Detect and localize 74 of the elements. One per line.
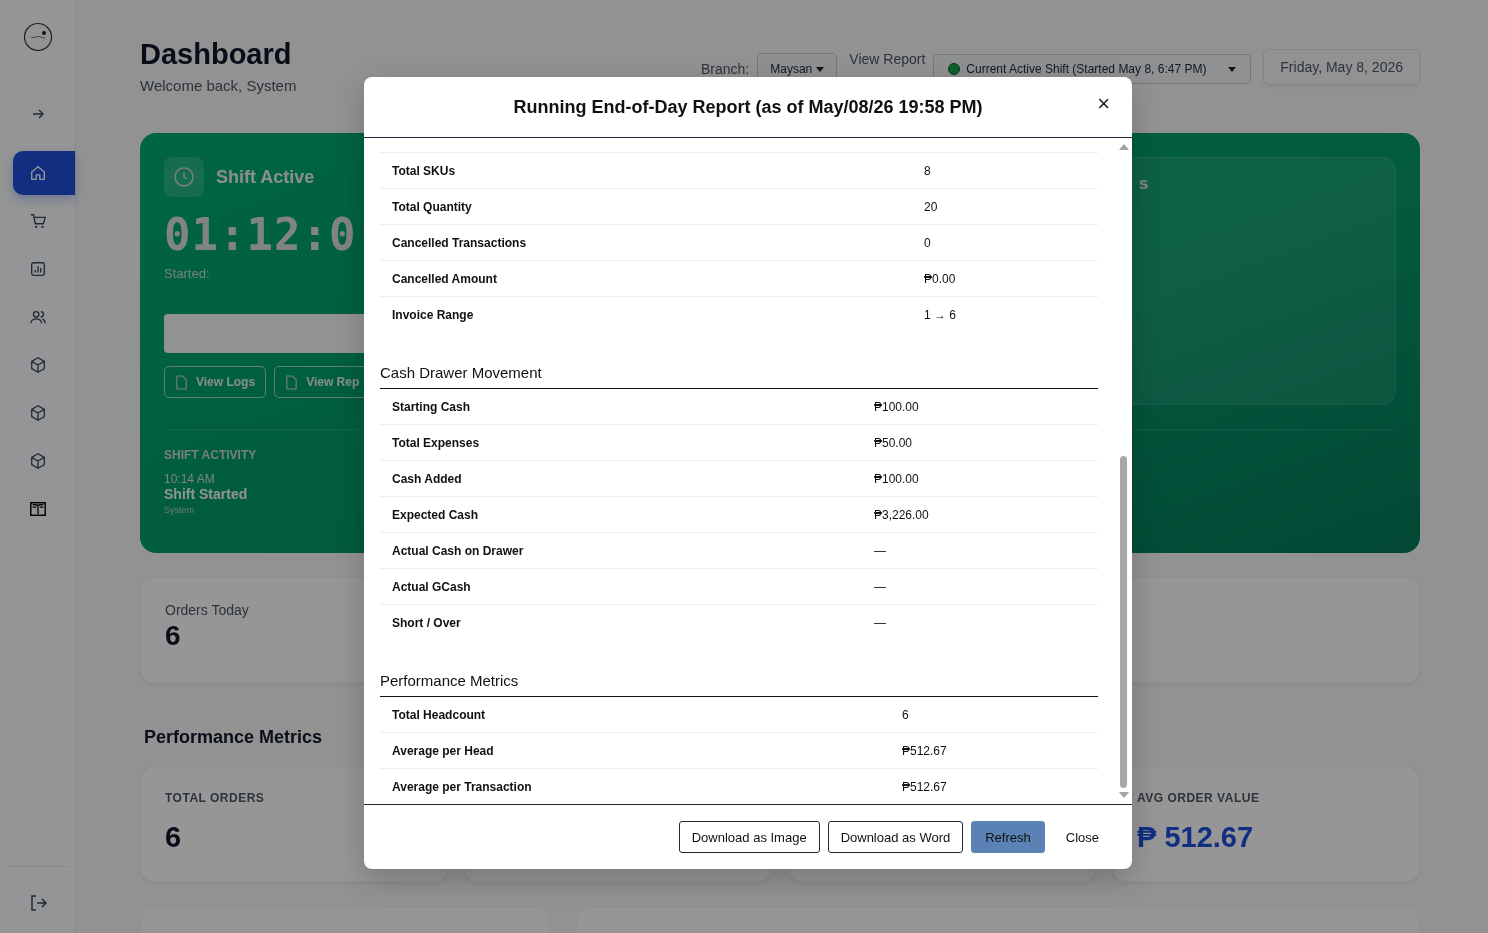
activity-time: 10:14 AM bbox=[164, 472, 215, 486]
metric-value: 6 bbox=[165, 821, 182, 854]
row-value: — bbox=[874, 543, 887, 558]
row-value: ₱512.67 bbox=[902, 743, 948, 758]
metric-label: AVG ORDER VALUE bbox=[1137, 791, 1260, 805]
row-label: Actual GCash bbox=[392, 579, 472, 594]
row-label: Average per Transaction bbox=[392, 779, 533, 794]
row-label: Invoice Range bbox=[392, 307, 475, 322]
row-label: Total Headcount bbox=[392, 707, 487, 722]
arrow-right-icon[interactable] bbox=[30, 107, 45, 121]
row-label: Cash Added bbox=[392, 471, 463, 486]
row-value: ₱100.00 bbox=[874, 399, 920, 414]
section-heading: Cash Drawer Movement bbox=[380, 364, 1098, 389]
row-label: Total Quantity bbox=[392, 199, 473, 214]
document-icon bbox=[285, 374, 299, 390]
row-label: Average per Head bbox=[392, 743, 495, 758]
panel-heading: s bbox=[1139, 174, 1149, 195]
users-icon bbox=[28, 308, 47, 326]
section-title: Performance Metrics bbox=[144, 727, 324, 748]
caret-icon bbox=[816, 66, 825, 72]
row-value: 0 bbox=[924, 235, 932, 250]
row-label: Actual Cash on Drawer bbox=[392, 543, 525, 558]
row-label: Starting Cash bbox=[392, 399, 471, 414]
close-button[interactable]: × bbox=[1091, 89, 1116, 119]
dialog-button[interactable]: Refresh bbox=[971, 821, 1045, 853]
branch-label: Branch: bbox=[701, 61, 750, 77]
row-value: 1 → 6 bbox=[924, 307, 957, 322]
dialog-button[interactable]: Download as Image bbox=[678, 821, 820, 853]
row-value: 8 bbox=[924, 163, 932, 178]
box-icon bbox=[28, 404, 47, 422]
section-heading: Performance Metrics bbox=[380, 672, 1098, 697]
row-label: Cancelled Transactions bbox=[392, 235, 528, 250]
metric-label: TOTAL ORDERS bbox=[165, 791, 265, 805]
activity-heading: SHIFT ACTIVITY bbox=[164, 448, 257, 462]
row-value: ₱100.00 bbox=[874, 471, 920, 486]
shift-title: Shift Active bbox=[216, 166, 315, 188]
dialog-title: Running End-of-Day Report (as of May/08/26 19:58 PM) bbox=[513, 96, 983, 118]
started-label: Started: bbox=[164, 266, 210, 281]
box-icon bbox=[28, 356, 47, 374]
shift-timer: 01:12:0 bbox=[164, 209, 357, 260]
view-report-label: View Report bbox=[849, 51, 926, 67]
dialog-button[interactable]: Close bbox=[1052, 821, 1112, 853]
row-value: ₱0.00 bbox=[924, 271, 957, 286]
row-label: Expected Cash bbox=[392, 507, 480, 522]
row-value: — bbox=[874, 615, 887, 630]
document-icon bbox=[175, 374, 188, 390]
row-label: Total SKUs bbox=[392, 163, 457, 178]
page-title: Dashboard bbox=[140, 38, 293, 71]
logo-icon bbox=[22, 22, 53, 52]
activity-event: Shift Started bbox=[164, 486, 248, 502]
card-value: 6 bbox=[165, 620, 181, 652]
row-value: ₱512.67 bbox=[902, 779, 948, 794]
home-icon bbox=[28, 164, 47, 182]
row-value: 6 bbox=[902, 707, 910, 722]
book-icon bbox=[28, 500, 47, 518]
row-value: — bbox=[874, 579, 887, 594]
row-value: ₱3,226.00 bbox=[874, 507, 930, 522]
card-label: Orders Today bbox=[165, 602, 249, 618]
chart-icon bbox=[28, 260, 47, 278]
row-label: Cancelled Amount bbox=[392, 271, 498, 286]
cart-icon bbox=[28, 212, 47, 230]
activity-user: System bbox=[164, 505, 194, 515]
date-chip: Friday, May 8, 2026 bbox=[1263, 49, 1420, 85]
metric-value: ₱ 512.67 bbox=[1137, 821, 1254, 854]
status-dot bbox=[948, 63, 961, 75]
caret-icon bbox=[1228, 66, 1237, 72]
row-value: 20 bbox=[924, 199, 939, 214]
row-label: Short / Over bbox=[392, 615, 462, 630]
dialog-button[interactable]: Download as Word bbox=[827, 821, 964, 853]
welcome-text: Welcome back, System bbox=[140, 77, 297, 94]
row-label: Total Expenses bbox=[392, 435, 481, 450]
nav-item[interactable] bbox=[13, 151, 75, 195]
row-value: ₱50.00 bbox=[874, 435, 914, 450]
box-icon bbox=[28, 452, 47, 470]
